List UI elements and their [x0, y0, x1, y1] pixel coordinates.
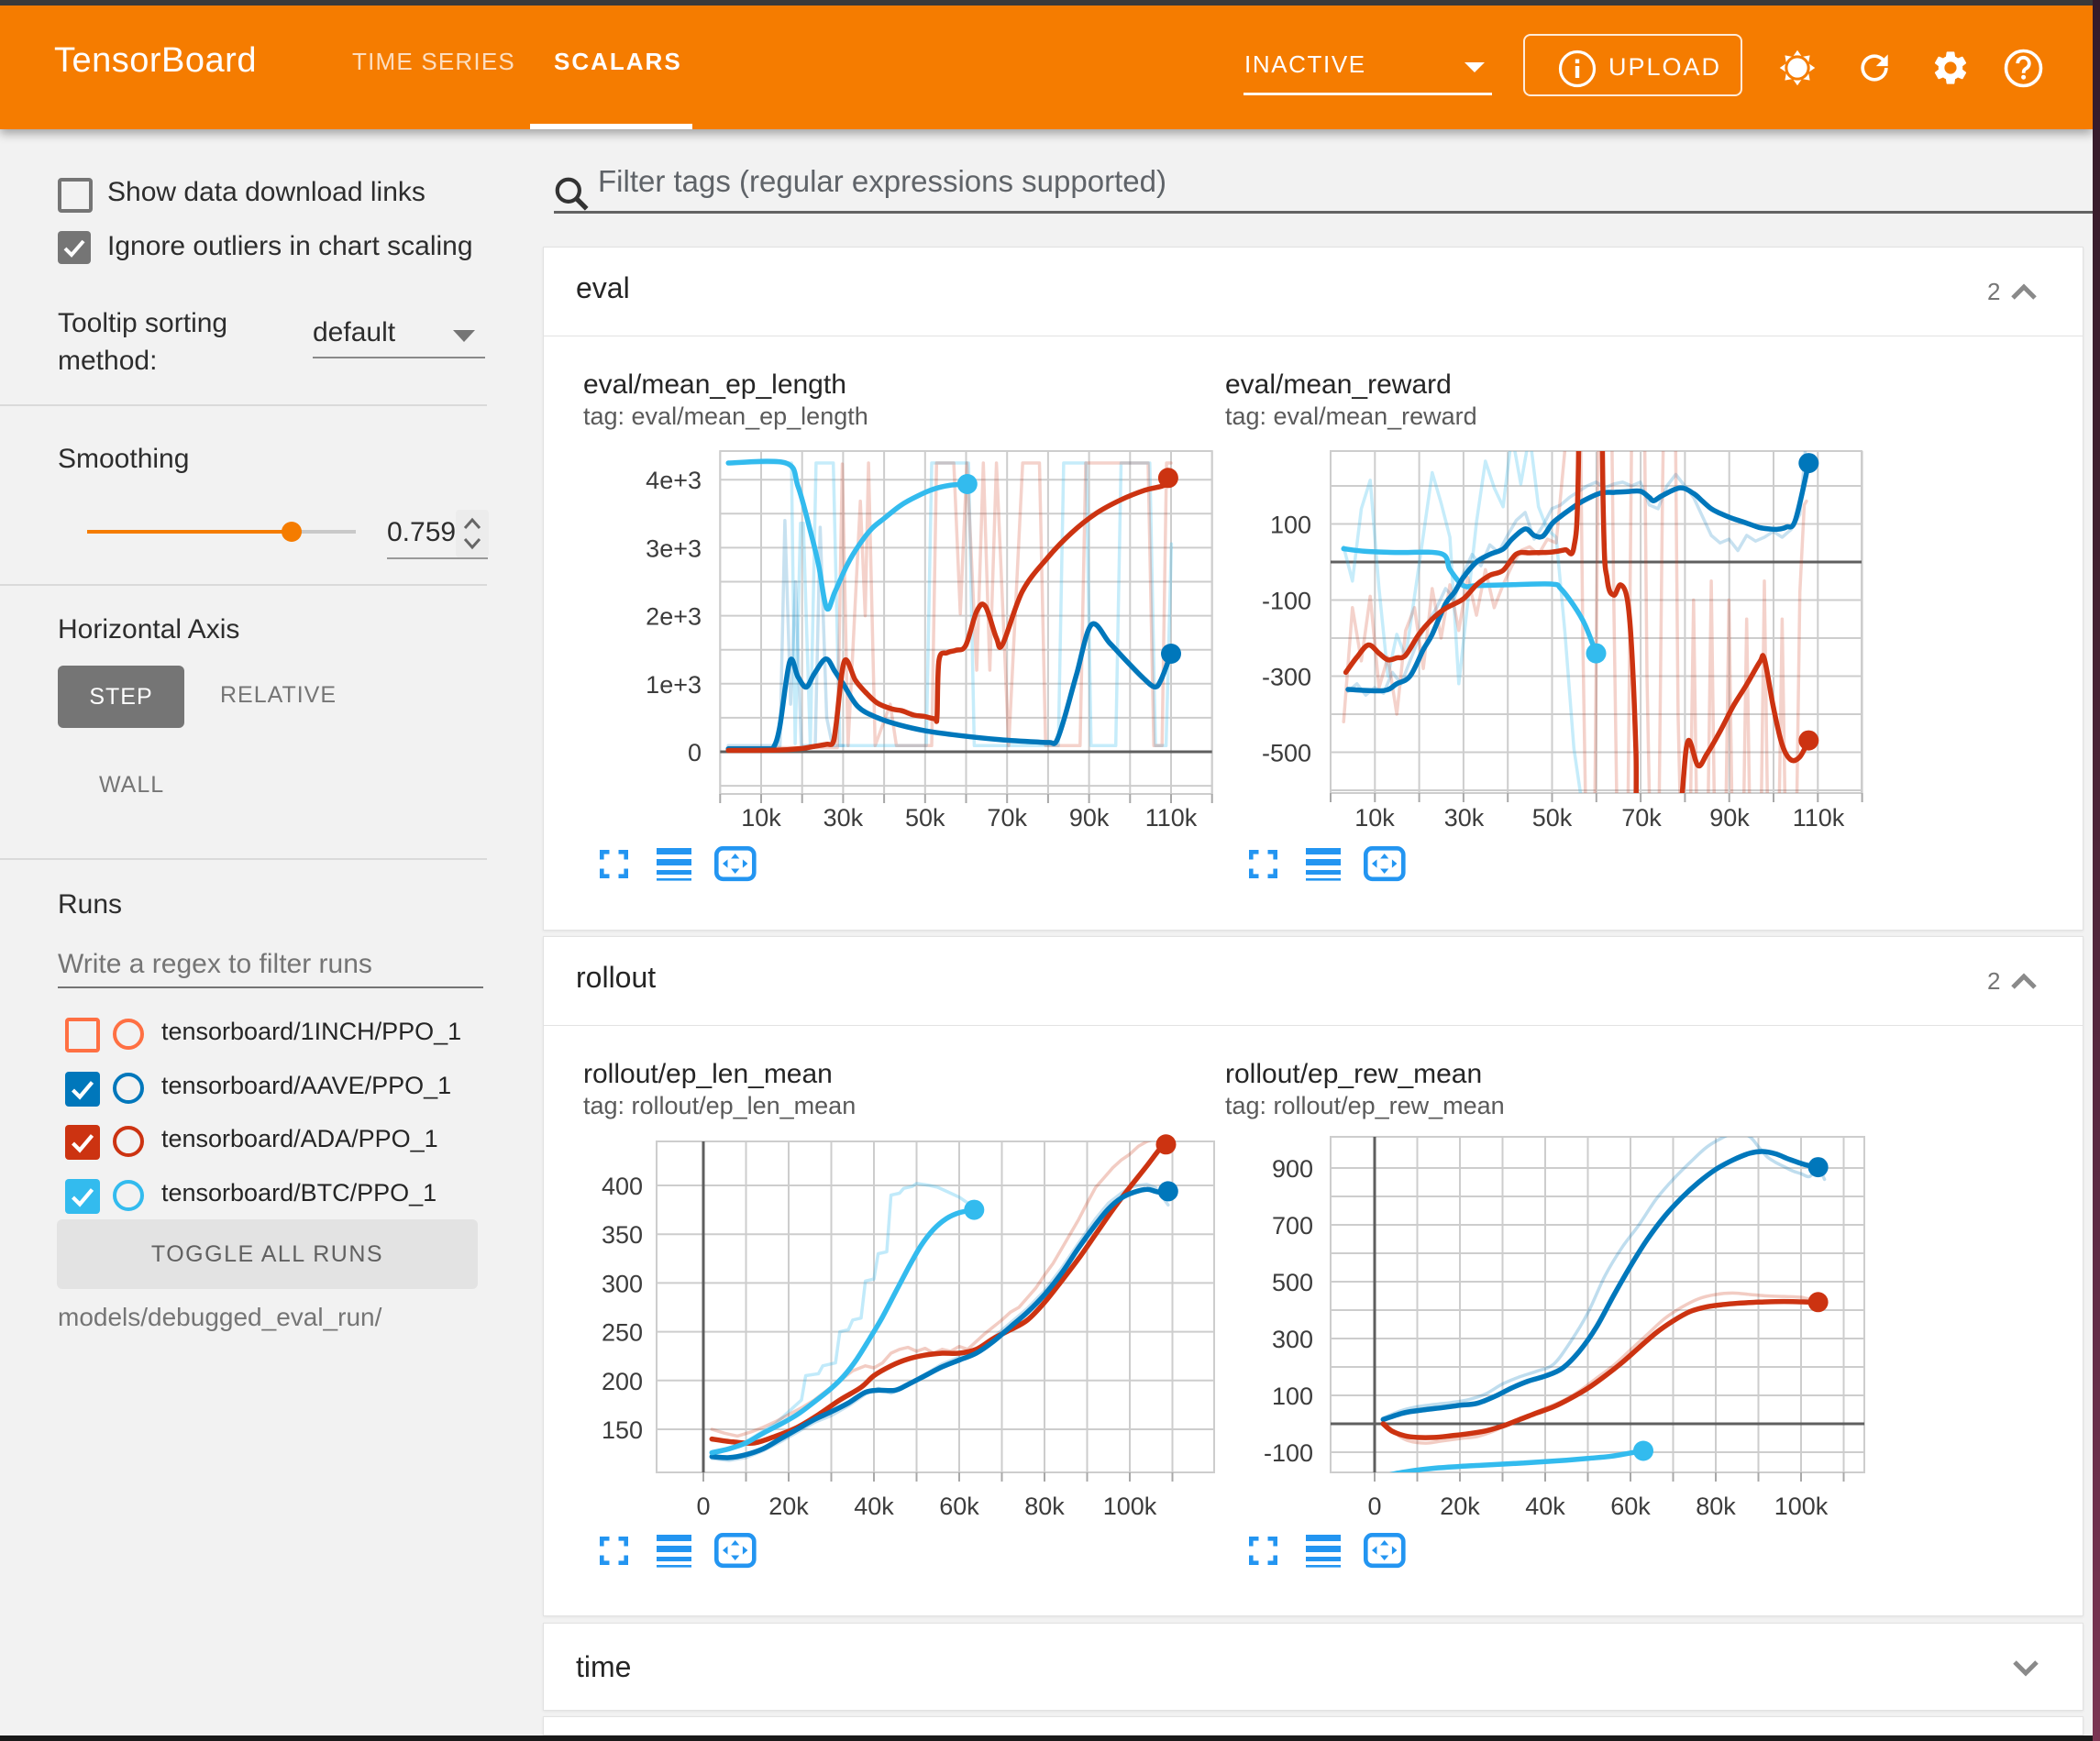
- svg-text:110k: 110k: [1145, 804, 1198, 832]
- svg-text:80k: 80k: [1696, 1493, 1736, 1520]
- svg-text:350: 350: [602, 1221, 643, 1249]
- svg-text:300: 300: [602, 1270, 643, 1297]
- svg-text:500: 500: [1272, 1269, 1313, 1296]
- svg-text:10k: 10k: [1354, 804, 1395, 832]
- svg-text:700: 700: [1272, 1212, 1313, 1240]
- svg-text:80k: 80k: [1024, 1493, 1065, 1520]
- svg-text:30k: 30k: [823, 804, 864, 832]
- svg-text:0: 0: [696, 1493, 710, 1520]
- svg-text:110k: 110k: [1793, 804, 1845, 832]
- svg-text:0: 0: [1367, 1493, 1381, 1520]
- svg-text:60k: 60k: [1610, 1493, 1651, 1520]
- svg-text:40k: 40k: [854, 1493, 894, 1520]
- svg-text:50k: 50k: [1532, 804, 1573, 832]
- svg-text:90k: 90k: [1709, 804, 1750, 832]
- svg-text:0: 0: [688, 739, 702, 766]
- svg-text:2e+3: 2e+3: [646, 603, 702, 631]
- svg-text:3e+3: 3e+3: [646, 534, 702, 562]
- svg-text:-300: -300: [1262, 664, 1311, 691]
- svg-text:30k: 30k: [1444, 804, 1485, 832]
- svg-text:100: 100: [1272, 1383, 1313, 1410]
- svg-text:20k: 20k: [768, 1493, 809, 1520]
- svg-text:100: 100: [1270, 512, 1311, 539]
- svg-text:1e+3: 1e+3: [646, 671, 702, 699]
- svg-text:90k: 90k: [1069, 804, 1110, 832]
- svg-text:100k: 100k: [1774, 1493, 1829, 1520]
- svg-text:-500: -500: [1262, 740, 1311, 767]
- svg-text:900: 900: [1272, 1155, 1313, 1183]
- svg-text:200: 200: [602, 1368, 643, 1395]
- svg-text:-100: -100: [1264, 1439, 1313, 1467]
- svg-text:50k: 50k: [905, 804, 945, 832]
- svg-text:150: 150: [602, 1416, 643, 1444]
- svg-text:4e+3: 4e+3: [646, 467, 702, 494]
- svg-text:10k: 10k: [741, 804, 781, 832]
- svg-text:70k: 70k: [1621, 804, 1662, 832]
- svg-text:-100: -100: [1262, 588, 1311, 615]
- svg-text:250: 250: [602, 1319, 643, 1347]
- svg-text:100k: 100k: [1103, 1493, 1157, 1520]
- svg-text:60k: 60k: [939, 1493, 979, 1520]
- svg-text:70k: 70k: [987, 804, 1027, 832]
- svg-text:20k: 20k: [1440, 1493, 1480, 1520]
- svg-text:40k: 40k: [1525, 1493, 1565, 1520]
- svg-text:300: 300: [1272, 1326, 1313, 1353]
- svg-text:400: 400: [602, 1173, 643, 1200]
